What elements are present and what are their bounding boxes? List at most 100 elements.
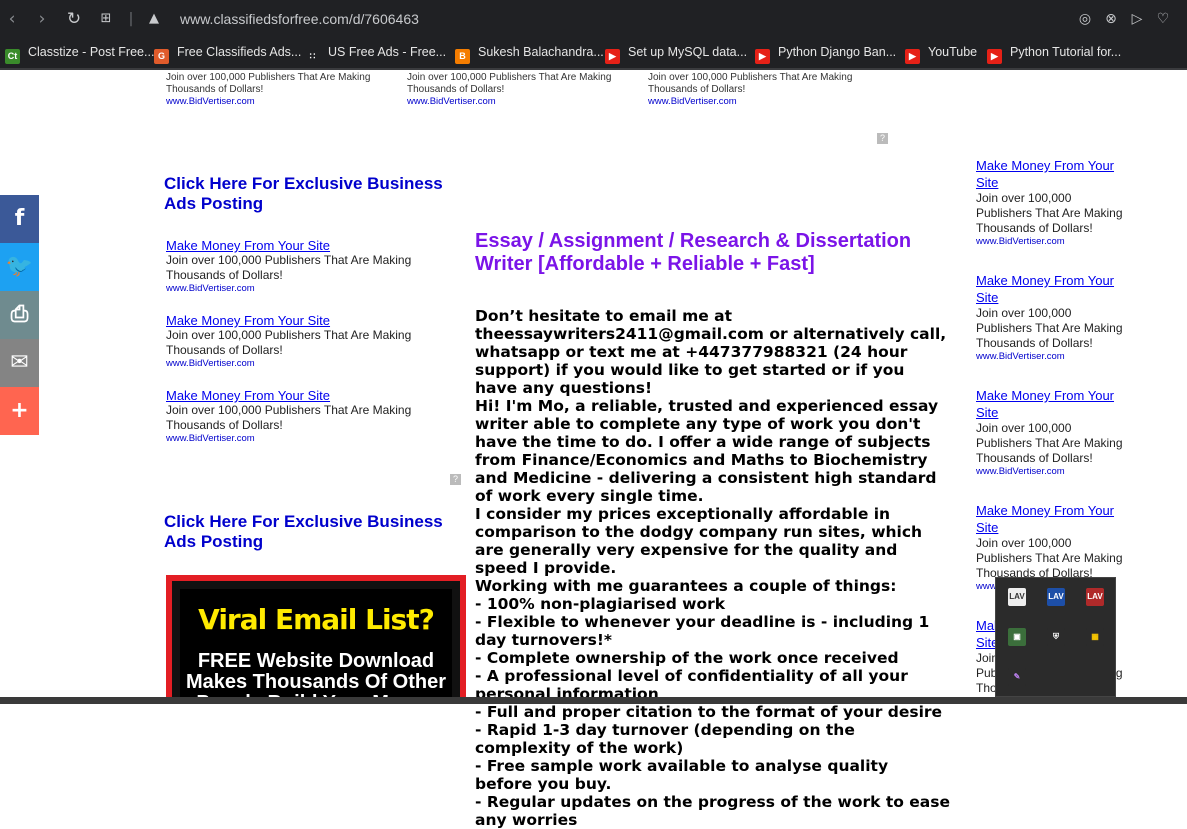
youtube-icon: ▶ (987, 49, 1002, 64)
bookmark-label: Python Django Ban... (778, 45, 897, 59)
bookmark-item[interactable]: ▶ Python Tutorial for... (987, 43, 1121, 64)
ad-url[interactable]: www.BidVertiser.com (648, 96, 737, 107)
horizontal-scrollbar[interactable] (0, 697, 1187, 704)
right-ad-2[interactable]: Make Money From Your Site Join over 100,… (976, 272, 1126, 362)
ad-body: Join over 100,000 Publishers That Are Ma… (976, 191, 1123, 235)
right-ad-1[interactable]: Make Money From Your Site Join over 100,… (976, 157, 1126, 247)
twitter-share-button[interactable]: 🐦 (0, 243, 39, 291)
heart-icon[interactable]: ♡ (1153, 9, 1173, 29)
system-tray-popup: LAV LAV LAV ▣ ⛨ ▦ ✎ (995, 577, 1116, 697)
more-share-button[interactable]: + (0, 387, 39, 435)
warning-icon[interactable]: ▲ (144, 9, 164, 29)
youtube-icon: ▶ (905, 49, 920, 64)
listing-paragraph: - Complete ownership of the work once re… (475, 649, 899, 667)
bookmark-item[interactable]: B Sukesh Balachandra... (455, 43, 604, 64)
listing-body: Don’t hesitate to email me at theessaywr… (475, 307, 950, 829)
block-icon[interactable]: ⊗ (1101, 9, 1121, 29)
lav-icon[interactable]: LAV (1008, 588, 1026, 606)
browser-chrome: ‹ › ↻ ⊞ | ▲ www.classifiedsforfree.com/d… (0, 0, 1187, 70)
send-icon[interactable]: ▷ (1127, 9, 1147, 29)
ad-body: Join over 100,000 Publishers That Are Ma… (976, 421, 1123, 465)
left-ad-1[interactable]: Make Money From Your Site Join over 100,… (166, 238, 436, 294)
ad-info-icon[interactable]: ? (450, 474, 461, 485)
fca-icon: G (154, 49, 169, 64)
bookmark-label: Classtize - Post Free... (28, 45, 155, 59)
ad-url[interactable]: www.BidVertiser.com (166, 358, 436, 369)
print-share-button[interactable]: ⎙ (0, 291, 39, 339)
right-ad-3[interactable]: Make Money From Your Site Join over 100,… (976, 387, 1126, 477)
lav-icon[interactable]: LAV (1086, 588, 1104, 606)
ad-title[interactable]: Make Money From Your Site (166, 388, 436, 403)
classtize-icon: Ct (5, 49, 20, 64)
email-icon: ✉ (10, 350, 29, 375)
ad-url[interactable]: www.BidVertiser.com (166, 96, 255, 107)
forward-icon[interactable]: › (32, 9, 52, 29)
camera-icon[interactable]: ◎ (1075, 9, 1095, 29)
ad-url[interactable]: www.BidVertiser.com (407, 96, 496, 107)
top-ad-3[interactable]: Join over 100,000 Publishers That Are Ma… (648, 72, 883, 108)
exclusive-ads-link[interactable]: Click Here For Exclusive Business Ads Po… (164, 174, 469, 214)
listing-paragraph: I consider my prices exceptionally affor… (475, 505, 923, 577)
feather-icon[interactable]: ✎ (1008, 668, 1026, 686)
youtube-icon: ▶ (755, 49, 770, 64)
ad-body: Join over 100,000 Publishers That Are Ma… (407, 72, 612, 95)
bookmark-item[interactable]: ∷ US Free Ads - Free... (305, 43, 447, 64)
left-ad-2[interactable]: Make Money From Your Site Join over 100,… (166, 313, 436, 369)
listing-paragraph: - Regular updates on the progress of the… (475, 793, 950, 829)
ad-url[interactable]: www.BidVertiser.com (166, 283, 436, 294)
ad-body: Join over 100,000 Publishers That Are Ma… (976, 536, 1123, 580)
ad-url[interactable]: www.BidVertiser.com (166, 433, 436, 444)
url-bar[interactable]: www.classifiedsforfree.com/d/7606463 (180, 11, 419, 27)
ad-body: Join over 100,000 Publishers That Are Ma… (166, 328, 412, 357)
bookmark-item[interactable]: G Free Classifieds Ads... (154, 43, 302, 64)
top-ad-2[interactable]: Join over 100,000 Publishers That Are Ma… (407, 72, 642, 108)
back-icon[interactable]: ‹ (2, 9, 22, 29)
bookmark-label: Sukesh Balachandra... (478, 45, 604, 59)
banner-headline: Viral Email List? (198, 603, 435, 636)
bookmark-item[interactable]: ▶ YouTube (905, 43, 978, 64)
ad-body: Join over 100,000 Publishers That Are Ma… (976, 306, 1123, 350)
ad-url[interactable]: www.BidVertiser.com (976, 466, 1126, 477)
ad-title[interactable]: Make Money From Your Site (976, 272, 1126, 306)
color-grid-icon[interactable]: ▦ (1086, 628, 1104, 646)
lav-icon[interactable]: LAV (1047, 588, 1065, 606)
tabs-grid-icon[interactable]: ⊞ (96, 9, 116, 29)
blogger-icon: B (455, 49, 470, 64)
bookmark-item[interactable]: ▶ Python Django Ban... (755, 43, 897, 64)
print-icon: ⎙ (10, 302, 29, 327)
security-shield-icon[interactable]: ⛨ (1047, 628, 1065, 646)
ad-title[interactable]: Make Money From Your Site (976, 387, 1126, 421)
listing-paragraph: - Full and proper citation to the format… (475, 703, 943, 721)
twitter-icon: 🐦 (5, 254, 34, 279)
bookmarks-bar: Ct Classtize - Post Free... G Free Classifi… (0, 38, 1187, 66)
address-row: ‹ › ↻ ⊞ | ▲ www.classifiedsforfree.com/d… (0, 0, 1187, 38)
banner-inner: Viral Email List? FREE Website Download … (180, 589, 452, 704)
listing-paragraph: Hi! I'm Mo, a reliable, trusted and expe… (475, 397, 939, 505)
bookmark-item[interactable]: Ct Classtize - Post Free... (5, 43, 155, 64)
exclusive-ads-link[interactable]: Click Here For Exclusive Business Ads Po… (164, 512, 469, 552)
dots-icon: ∷ (305, 49, 320, 64)
ad-title[interactable]: Make Money From Your Site (976, 157, 1126, 191)
ad-title[interactable]: Make Money From Your Site (166, 238, 436, 253)
bookmark-label: US Free Ads - Free... (328, 45, 447, 59)
ad-body: Join over 100,000 Publishers That Are Ma… (166, 403, 412, 432)
ad-info-icon[interactable]: ? (877, 133, 888, 144)
ad-url[interactable]: www.BidVertiser.com (976, 236, 1126, 247)
listing-paragraph: - Free sample work available to analyse … (475, 757, 889, 793)
email-share-button[interactable]: ✉ (0, 339, 39, 387)
network-icon[interactable]: ▣ (1008, 628, 1026, 646)
viral-email-banner[interactable]: Viral Email List? FREE Website Download … (166, 575, 466, 704)
ad-title[interactable]: Make Money From Your Site (166, 313, 436, 328)
bookmark-label: Set up MySQL data... (628, 45, 748, 59)
bookmark-label: YouTube (928, 45, 978, 59)
top-ad-1[interactable]: Join over 100,000 Publishers That Are Ma… (166, 72, 401, 108)
youtube-icon: ▶ (605, 49, 620, 64)
ad-url[interactable]: www.BidVertiser.com (976, 351, 1126, 362)
facebook-share-button[interactable]: f (0, 195, 39, 243)
bookmark-label: Free Classifieds Ads... (177, 45, 302, 59)
listing-title: Essay / Assignment / Research & Disserta… (475, 230, 912, 275)
bookmark-item[interactable]: ▶ Set up MySQL data... (605, 43, 748, 64)
left-ad-3[interactable]: Make Money From Your Site Join over 100,… (166, 388, 436, 444)
reload-icon[interactable]: ↻ (64, 9, 84, 29)
ad-title[interactable]: Make Money From Your Site (976, 502, 1126, 536)
